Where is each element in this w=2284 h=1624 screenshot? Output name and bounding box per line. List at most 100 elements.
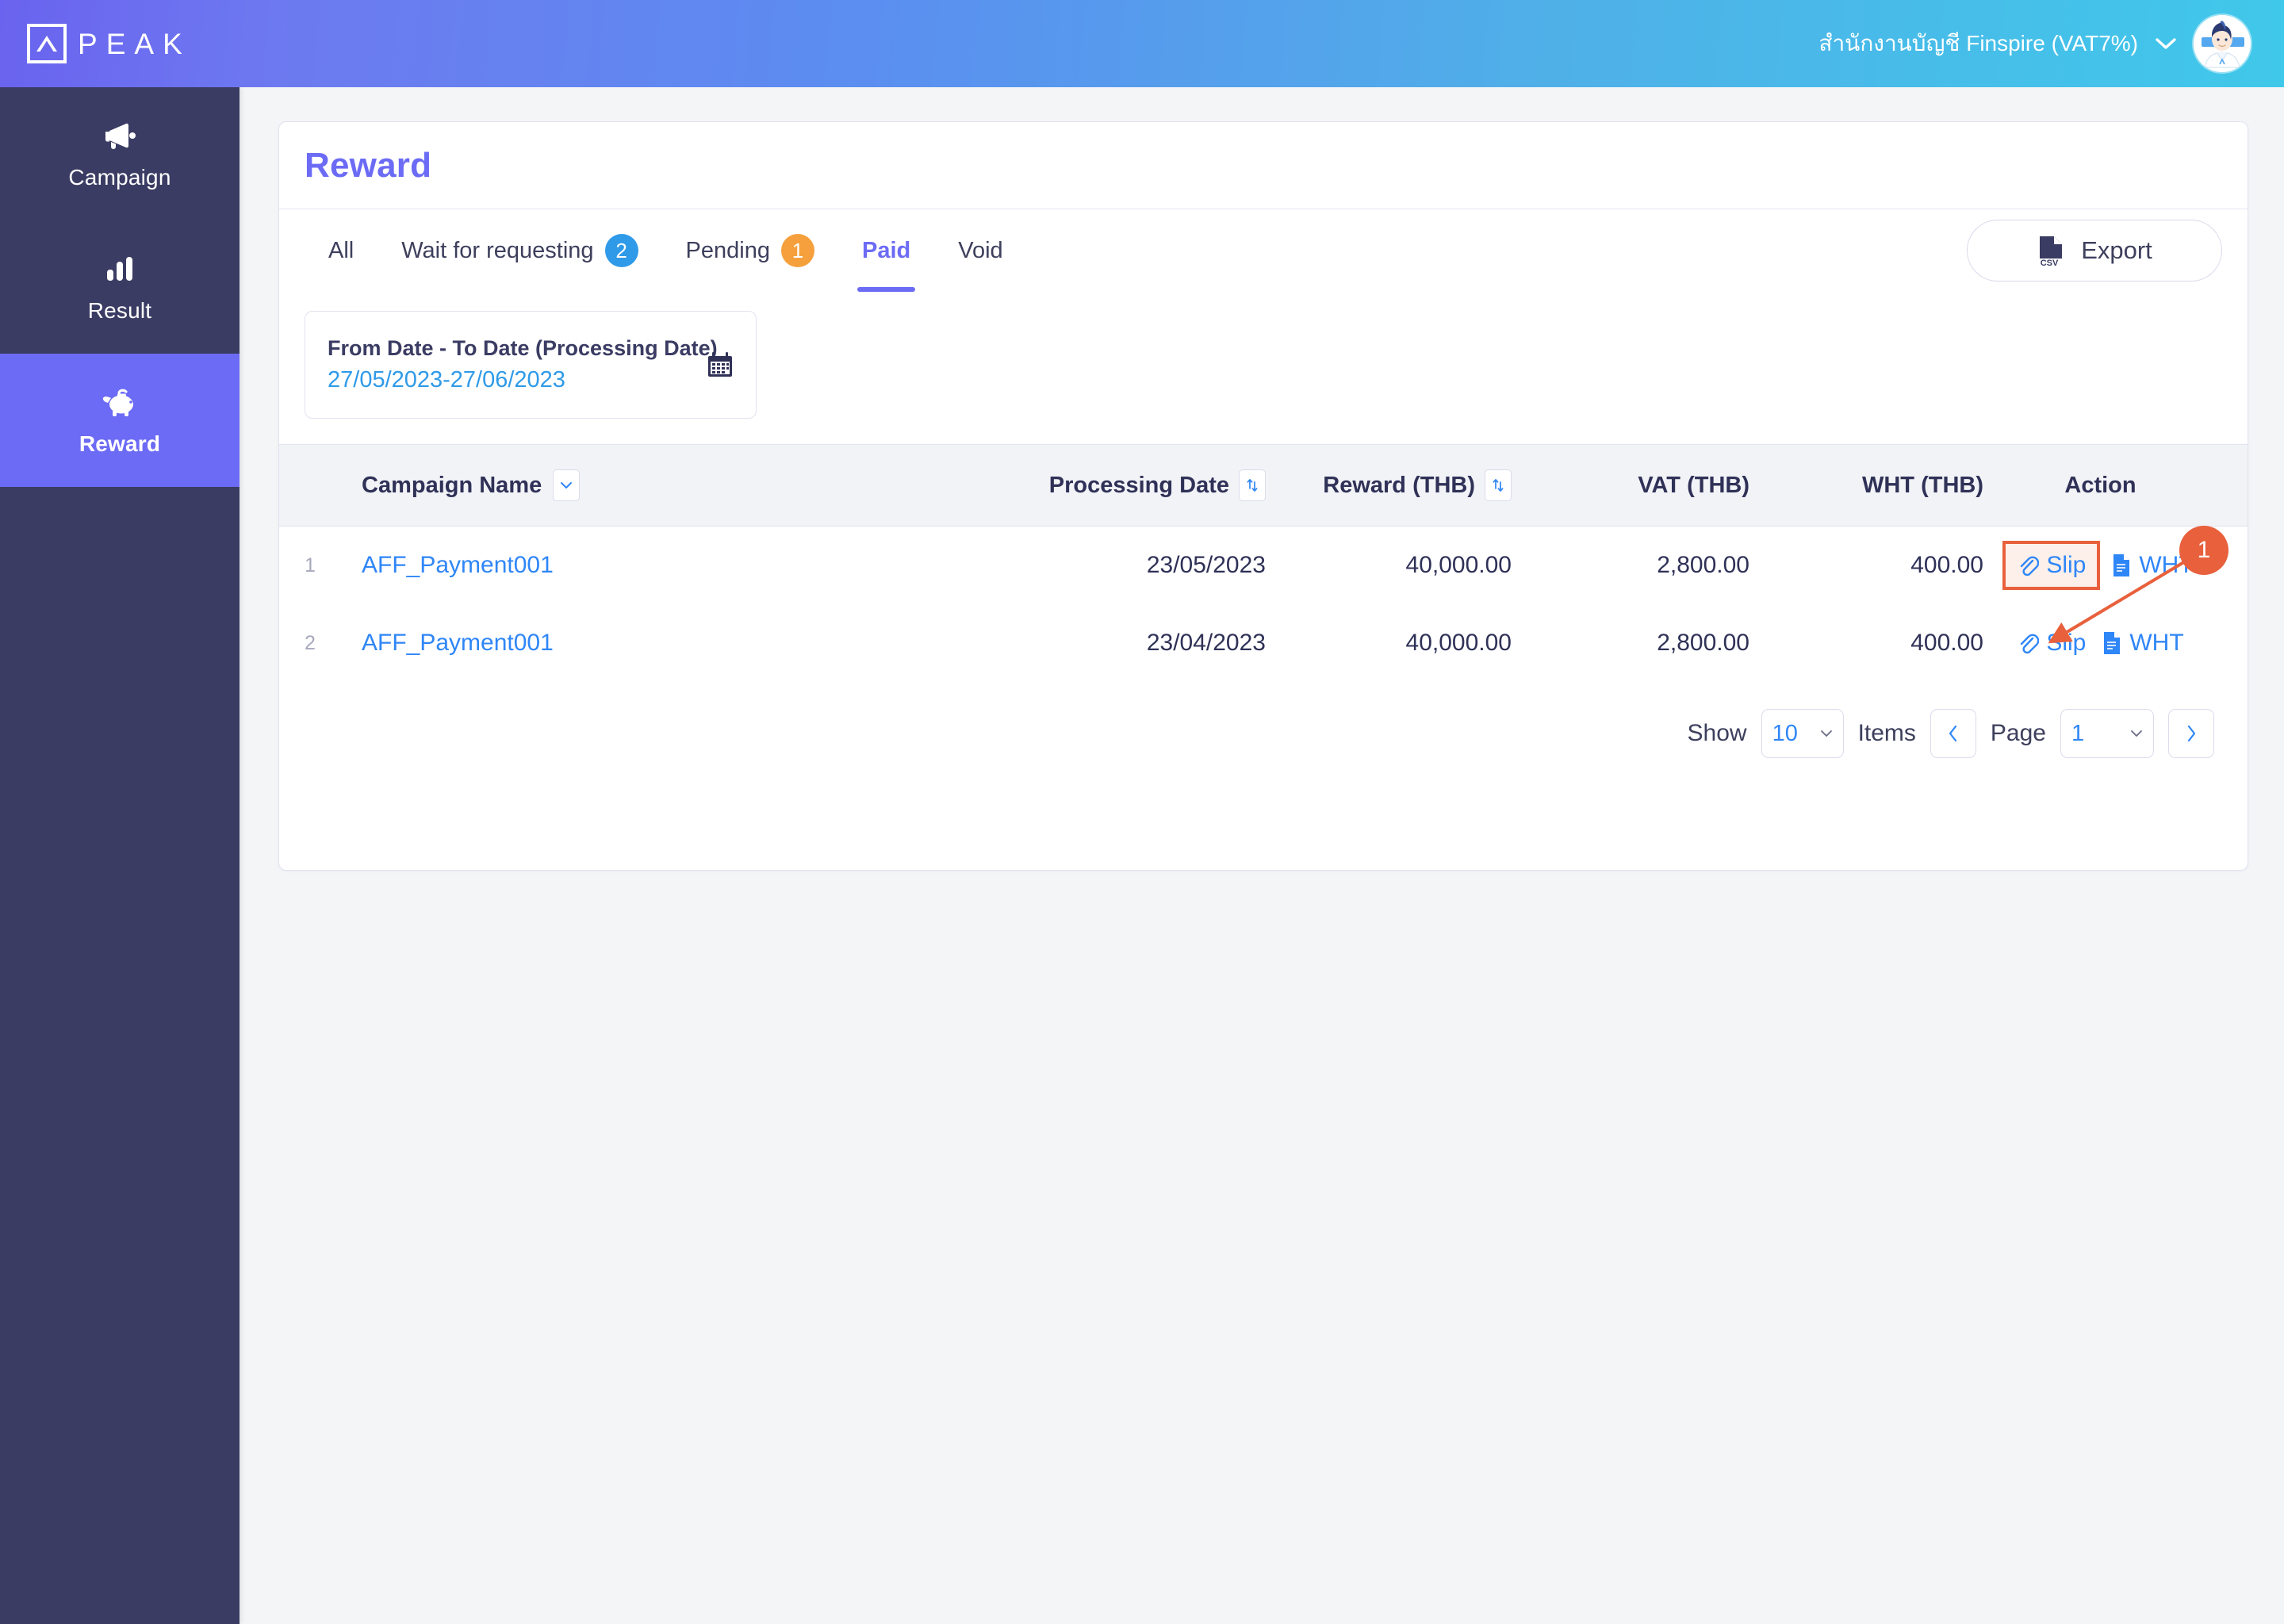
pagination: Show 10 Items Page 1 xyxy=(279,682,2248,758)
row-wht: 400.00 xyxy=(1910,630,1983,656)
page-label: Page xyxy=(1990,720,2046,746)
peak-logo[interactable]: P E A K xyxy=(27,24,191,63)
row-wht: 400.00 xyxy=(1910,552,1983,578)
card-header: Reward xyxy=(279,122,2248,209)
table-row: 2 AFF_Payment001 23/04/2023 40,000.00 2,… xyxy=(279,604,2248,682)
items-per-page-select[interactable]: 10 xyxy=(1761,709,1844,758)
megaphone-icon xyxy=(102,117,137,154)
avatar[interactable] xyxy=(2194,15,2251,72)
wht-label: WHT xyxy=(2129,630,2184,656)
bar-chart-icon xyxy=(105,251,134,287)
th-action: Action xyxy=(2064,472,2136,498)
items-per-page-value: 10 xyxy=(1772,720,1798,746)
main-content: Reward All Wait for requesting 2 Pending… xyxy=(240,87,2284,1624)
next-page-button[interactable] xyxy=(2168,709,2214,758)
reward-card: Reward All Wait for requesting 2 Pending… xyxy=(278,121,2248,871)
th-campaign-name-label: Campaign Name xyxy=(362,472,542,498)
sidebar-item-label: Result xyxy=(87,298,152,323)
annotation-step-badge: 1 xyxy=(2179,526,2228,575)
slip-link[interactable]: Slip xyxy=(2002,541,2101,590)
row-campaign-name: AFF_Payment001 xyxy=(362,552,1036,579)
sidebar-item-label: Reward xyxy=(79,431,161,456)
calendar-icon[interactable] xyxy=(707,351,734,378)
row-vat: 2,800.00 xyxy=(1657,552,1749,578)
peak-wordmark: P E A K xyxy=(78,29,191,59)
row-index: 2 xyxy=(305,631,316,654)
chevron-down-icon[interactable] xyxy=(2156,37,2176,50)
chevron-down-icon xyxy=(2131,730,2142,737)
page-number-value: 1 xyxy=(2071,720,2085,746)
tab-badge-count: 1 xyxy=(780,234,814,267)
table-header-row: Campaign Name Processing Date Reward (TH… xyxy=(279,444,2248,527)
sidebar: Campaign Result Reward xyxy=(0,87,240,1624)
row-actions: Slip WHT xyxy=(1983,626,2217,660)
chevron-down-icon[interactable] xyxy=(553,469,581,501)
tab-paid[interactable]: Paid xyxy=(838,209,934,292)
row-processing-date: 23/04/2023 xyxy=(1146,630,1266,656)
th-processing-date-label: Processing Date xyxy=(1048,472,1229,498)
row-index: 1 xyxy=(305,553,316,576)
logo-letter-a: A xyxy=(134,27,163,60)
slip-link[interactable]: Slip xyxy=(2012,626,2090,660)
page-number-select[interactable]: 1 xyxy=(2060,709,2154,758)
document-icon xyxy=(2104,632,2121,654)
sidebar-item-label: Campaign xyxy=(68,165,171,190)
campaign-name-link[interactable]: AFF_Payment001 xyxy=(362,630,554,657)
tab-label: Wait for requesting xyxy=(401,237,594,263)
paperclip-icon xyxy=(2021,634,2040,654)
tab-wait-for-requesting[interactable]: Wait for requesting 2 xyxy=(377,209,661,292)
chevron-left-icon xyxy=(1949,725,1957,742)
logo-letter-p: P xyxy=(78,27,106,60)
top-bar: P E A K สำนักงานบัญชี Finspire (VAT7%) xyxy=(0,0,2284,87)
items-label: Items xyxy=(1857,720,1916,746)
sidebar-item-result[interactable]: Result xyxy=(0,220,240,354)
row-vat: 2,800.00 xyxy=(1657,630,1749,656)
tab-all[interactable]: All xyxy=(305,209,377,292)
slip-label: Slip xyxy=(2046,552,2087,578)
chevron-right-icon xyxy=(2187,725,2196,742)
table-row: 1 AFF_Payment001 23/05/2023 40,000.00 2,… xyxy=(279,527,2248,604)
svg-text:CSV: CSV xyxy=(2041,259,2059,266)
tab-void[interactable]: Void xyxy=(934,209,1026,292)
account-menu[interactable]: สำนักงานบัญชี Finspire (VAT7%) xyxy=(1818,15,2251,72)
organization-name: สำนักงานบัญชี Finspire (VAT7%) xyxy=(1818,31,2138,56)
tab-label: Void xyxy=(958,237,1003,263)
sidebar-item-reward[interactable]: Reward xyxy=(0,354,240,487)
tab-label: Paid xyxy=(861,237,911,263)
chevron-down-icon xyxy=(1820,730,1832,737)
prev-page-button[interactable] xyxy=(1930,709,1976,758)
tab-badge-count: 2 xyxy=(604,234,638,267)
campaign-name-link[interactable]: AFF_Payment001 xyxy=(362,552,554,579)
export-button[interactable]: CSV Export xyxy=(1967,220,2222,282)
sort-icon[interactable] xyxy=(1239,469,1266,501)
row-processing-date: 23/05/2023 xyxy=(1146,552,1266,578)
sidebar-item-campaign[interactable]: Campaign xyxy=(0,87,240,220)
row-reward: 40,000.00 xyxy=(1405,552,1512,578)
show-label: Show xyxy=(1687,720,1747,746)
paperclip-icon xyxy=(2021,556,2040,576)
reward-table: Campaign Name Processing Date Reward (TH… xyxy=(279,444,2248,682)
row-campaign-name: AFF_Payment001 xyxy=(362,630,1036,657)
export-label: Export xyxy=(2081,236,2152,264)
slip-label: Slip xyxy=(2046,630,2087,656)
tab-label: Pending xyxy=(685,237,770,263)
date-range-filter[interactable]: From Date - To Date (Processing Date) 27… xyxy=(305,311,757,419)
th-reward-label: Reward (THB) xyxy=(1323,472,1475,498)
date-filter-label: From Date - To Date (Processing Date) xyxy=(328,336,718,360)
th-vat: VAT (THB) xyxy=(1638,472,1749,498)
wht-link[interactable]: WHT xyxy=(2097,626,2188,660)
csv-file-icon: CSV xyxy=(2040,236,2063,266)
status-tabs: All Wait for requesting 2 Pending 1 Paid… xyxy=(305,209,1027,292)
logo-letter-k: K xyxy=(163,27,191,60)
sort-icon[interactable] xyxy=(1485,469,1512,501)
row-reward: 40,000.00 xyxy=(1405,630,1512,656)
page-title: Reward xyxy=(305,145,432,185)
th-campaign-name: Campaign Name xyxy=(362,469,1036,501)
peak-mark-icon xyxy=(27,24,67,63)
tab-label: All xyxy=(328,237,354,263)
document-icon xyxy=(2113,554,2130,576)
th-wht: WHT (THB) xyxy=(1861,472,1983,498)
logo-letter-e: E xyxy=(105,27,135,60)
tab-pending[interactable]: Pending 1 xyxy=(662,209,838,292)
th-reward: Reward (THB) xyxy=(1266,469,1512,501)
